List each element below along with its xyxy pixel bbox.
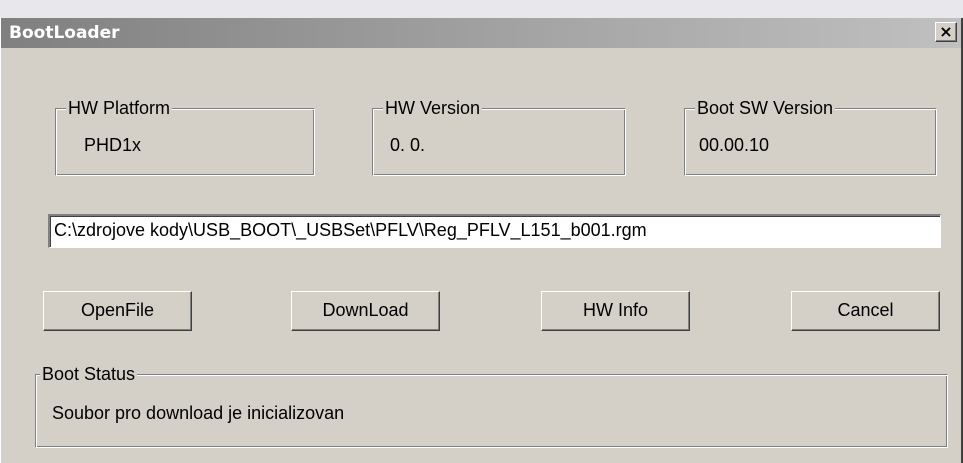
hw-version-value: 0. 0. bbox=[390, 135, 426, 155]
bootloader-window: BootLoader × HW Platform PHD1x HW Versio… bbox=[0, 18, 963, 463]
title-bar[interactable]: BootLoader × bbox=[1, 18, 961, 48]
boot-sw-version-group: Boot SW Version 00.00.10 bbox=[684, 97, 937, 176]
file-path-field[interactable]: C:\zdrojove kody\USB_BOOT\_USBSet\PFLV\R… bbox=[48, 214, 941, 248]
open-file-button[interactable]: OpenFile bbox=[43, 291, 192, 331]
boot-sw-version-label: Boot SW Version bbox=[695, 97, 836, 119]
hw-platform-group: HW Platform PHD1x bbox=[55, 97, 315, 176]
boot-status-message: Soubor pro download je inicializovan bbox=[52, 403, 345, 423]
hw-platform-label: HW Platform bbox=[66, 97, 173, 119]
download-button[interactable]: DownLoad bbox=[291, 291, 440, 331]
boot-status-label: Boot Status bbox=[40, 363, 138, 385]
hw-platform-value: PHD1x bbox=[84, 135, 142, 155]
close-icon[interactable]: × bbox=[935, 22, 957, 42]
window-title: BootLoader bbox=[9, 23, 120, 43]
hw-info-button[interactable]: HW Info bbox=[541, 291, 690, 331]
boot-sw-version-value: 00.00.10 bbox=[699, 135, 770, 155]
hw-version-group: HW Version 0. 0. bbox=[372, 97, 626, 176]
desktop-background bbox=[0, 0, 963, 18]
cancel-button[interactable]: Cancel bbox=[791, 291, 940, 331]
hw-version-label: HW Version bbox=[383, 97, 483, 119]
boot-status-group: Boot Status Soubor pro download je inici… bbox=[35, 363, 948, 448]
